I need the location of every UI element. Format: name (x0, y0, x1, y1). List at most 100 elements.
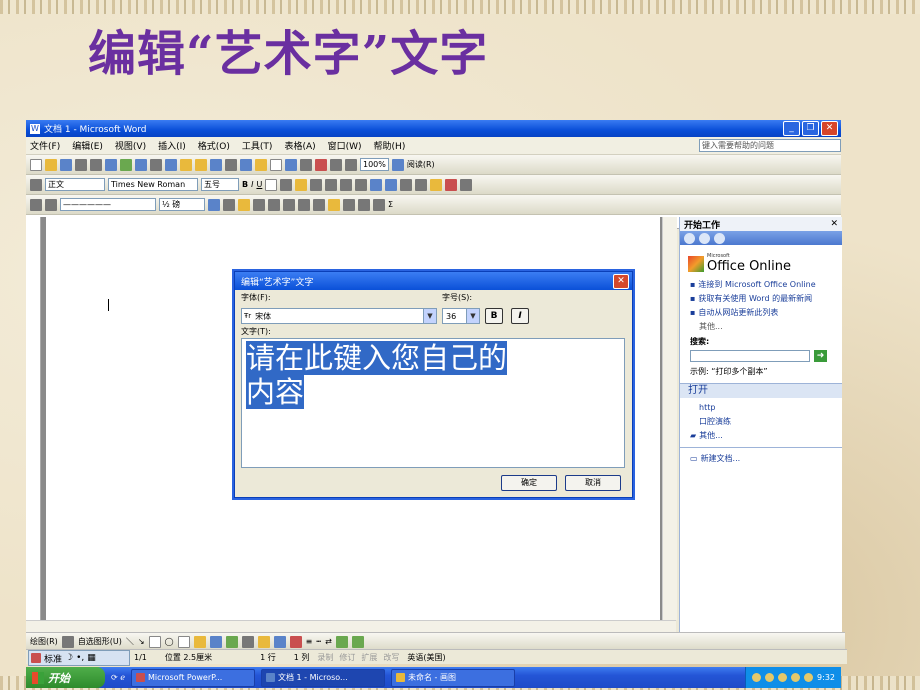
clipart-icon[interactable] (225, 635, 238, 648)
merge-cells-icon[interactable] (268, 198, 280, 211)
vertical-scrollbar[interactable] (662, 217, 677, 620)
new-icon[interactable] (30, 158, 42, 171)
font-combo[interactable]: Ŧr 宋体 ▼ (241, 308, 437, 324)
wordart-text-input[interactable]: 请在此键入您自己的 内容 (241, 338, 625, 468)
back-icon[interactable] (684, 232, 695, 244)
autoformat-icon[interactable] (328, 198, 340, 211)
tray-icon[interactable] (778, 673, 788, 682)
paste-icon[interactable] (180, 158, 192, 171)
start-button[interactable]: 开始 (26, 667, 105, 688)
diagram-icon[interactable] (209, 635, 222, 648)
minimize-button[interactable]: _ (783, 121, 800, 136)
line-icon[interactable]: ＼ (126, 636, 134, 647)
phonetic-guide-icon[interactable] (460, 178, 473, 191)
arrow-icon[interactable]: ↘ (138, 637, 145, 646)
zoom-select[interactable]: 100% (360, 158, 389, 171)
table-draw-icon[interactable] (30, 198, 42, 211)
open-other[interactable]: ▰ 其他... (690, 431, 836, 441)
italic-button[interactable]: I (251, 180, 253, 189)
doc-map-icon[interactable] (330, 158, 342, 171)
size-combo[interactable]: 36 ▼ (442, 308, 480, 324)
permission-icon[interactable] (75, 158, 87, 171)
hyperlink-icon[interactable] (240, 158, 252, 171)
status-rec[interactable]: 录制 (317, 652, 333, 663)
task-paint[interactable]: 未命名 - 画图 (390, 668, 515, 687)
tray-icon[interactable] (804, 673, 814, 682)
drawing-icon[interactable] (315, 158, 327, 171)
size-select[interactable]: 五号 (201, 178, 239, 191)
align-center-icon[interactable] (310, 178, 323, 191)
copy-icon[interactable] (165, 158, 177, 171)
print-icon[interactable] (90, 158, 102, 171)
shadow-icon[interactable] (335, 635, 348, 648)
increase-indent-icon[interactable] (415, 178, 428, 191)
columns-icon[interactable] (300, 158, 312, 171)
arrow-style-icon[interactable]: ⇄ (325, 637, 332, 646)
line-style-icon[interactable]: ≡ (306, 637, 313, 646)
home-icon[interactable] (714, 232, 725, 244)
print-preview-icon[interactable] (105, 158, 117, 171)
close-button[interactable]: ✕ (821, 121, 838, 136)
ok-button[interactable]: 确定 (501, 475, 557, 491)
show-hide-icon[interactable] (345, 158, 357, 171)
menu-tools[interactable]: 工具(T) (242, 139, 273, 152)
font-select[interactable]: Times New Roman (108, 178, 198, 191)
chevron-down-icon[interactable]: ▼ (423, 309, 436, 323)
line-weight-select[interactable]: ½ 磅 (159, 198, 205, 211)
highlight-icon[interactable] (430, 178, 443, 191)
menu-table[interactable]: 表格(A) (284, 139, 315, 152)
font-color-draw-icon[interactable] (289, 635, 302, 648)
style-select[interactable]: 正文 (45, 178, 105, 191)
menu-format[interactable]: 格式(O) (198, 139, 230, 152)
tray-icon[interactable] (791, 673, 801, 682)
bold-button[interactable]: B (242, 180, 248, 189)
font-color-icon[interactable] (445, 178, 458, 191)
quicklaunch-icon[interactable]: ⟳ ℯ (111, 673, 125, 682)
menu-help[interactable]: 帮助(H) (374, 139, 406, 152)
cut-icon[interactable] (150, 158, 162, 171)
menu-edit[interactable]: 编辑(E) (72, 139, 103, 152)
line-style-select[interactable]: —————— (60, 198, 156, 211)
keyboard-icon[interactable]: ▦ (87, 653, 96, 663)
text-direction-icon[interactable] (343, 198, 355, 211)
status-trk[interactable]: 修订 (339, 652, 355, 663)
autosum-icon[interactable]: Σ (388, 200, 393, 209)
redo-icon[interactable] (225, 158, 237, 171)
link-other[interactable]: 其他... (690, 322, 836, 332)
insert-table-icon-2[interactable] (253, 198, 265, 211)
open-item[interactable]: 口腔演练 (690, 417, 836, 427)
status-ovr[interactable]: 改写 (383, 652, 399, 663)
line-color-icon[interactable] (273, 635, 286, 648)
restore-button[interactable]: ❐ (802, 121, 819, 136)
align-right-icon[interactable] (325, 178, 338, 191)
moon-icon[interactable]: ☽ (65, 653, 73, 663)
numbering-icon[interactable] (370, 178, 383, 191)
spelling-icon[interactable] (120, 158, 132, 171)
search-go-icon[interactable]: ➜ (814, 350, 827, 362)
sort-desc-icon[interactable] (373, 198, 385, 211)
format-painter-icon[interactable] (195, 158, 207, 171)
cancel-button[interactable]: 取消 (565, 475, 621, 491)
select-objects-icon[interactable] (61, 635, 74, 648)
textbox-icon[interactable] (177, 635, 190, 648)
insert-table-icon[interactable] (270, 158, 282, 171)
dialog-titlebar[interactable]: 编辑“艺术字”文字 ✕ (235, 272, 632, 290)
task-powerpoint[interactable]: Microsoft PowerP... (130, 668, 255, 687)
draw-menu[interactable]: 绘图(R) (30, 636, 58, 647)
styles-icon[interactable] (30, 178, 42, 191)
status-ext[interactable]: 扩展 (361, 652, 377, 663)
new-document-link[interactable]: ▭ 新建文档... (690, 454, 836, 464)
insert-excel-icon[interactable] (285, 158, 297, 171)
task-word[interactable]: 文档 1 - Microso... (260, 668, 385, 687)
split-cells-icon[interactable] (283, 198, 295, 211)
picture-icon[interactable] (241, 635, 254, 648)
oval-icon[interactable]: ◯ (165, 637, 174, 646)
align-cell-icon[interactable] (298, 198, 310, 211)
bullets-icon[interactable] (385, 178, 398, 191)
eraser-icon[interactable] (45, 198, 57, 211)
help-icon[interactable] (391, 158, 404, 171)
open-icon[interactable] (45, 158, 57, 171)
link-connect[interactable]: ▪ 连接到 Microsoft Office Online (690, 280, 836, 290)
align-left-icon[interactable] (295, 178, 308, 191)
research-icon[interactable] (135, 158, 147, 171)
